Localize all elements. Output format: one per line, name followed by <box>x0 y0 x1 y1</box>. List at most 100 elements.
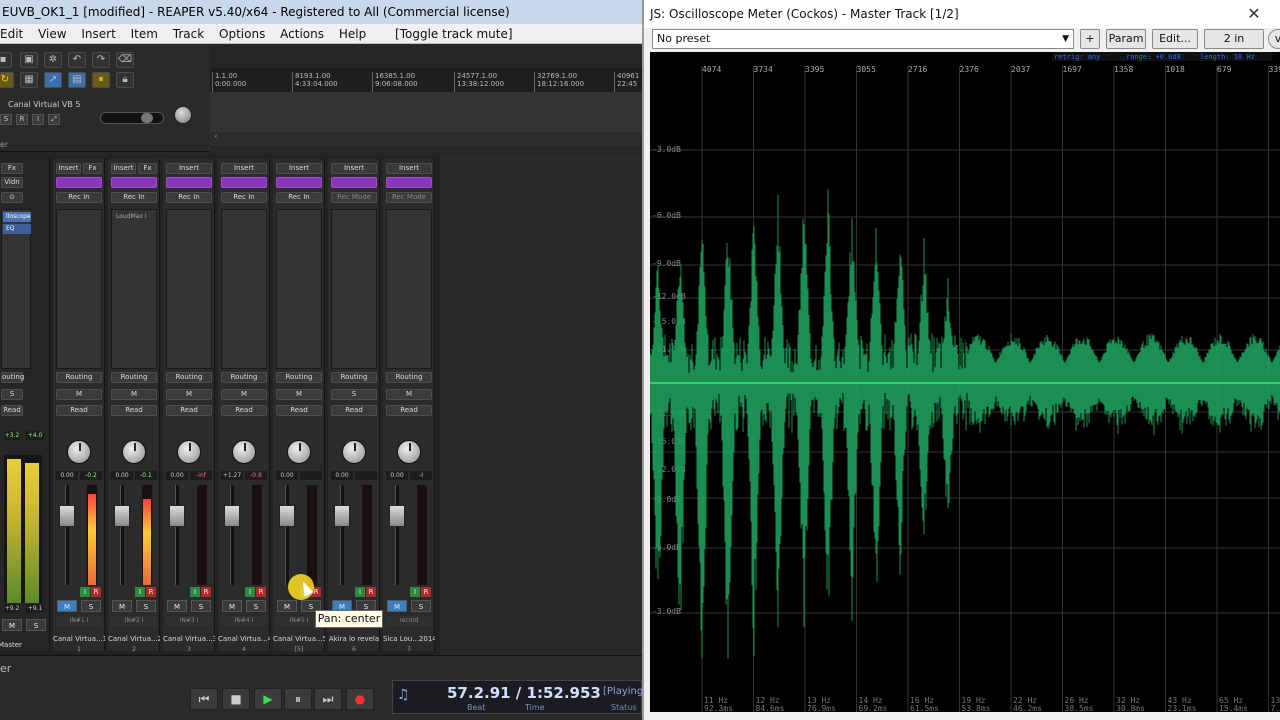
menu-edit[interactable]: Edit <box>0 24 23 44</box>
automation-mode-button[interactable]: Read <box>221 405 267 416</box>
automation-mode-button[interactable]: Read <box>166 405 212 416</box>
save-icon[interactable]: ▣ <box>20 52 38 68</box>
fx-button[interactable]: Fx <box>138 163 157 174</box>
volume-fader[interactable] <box>59 505 75 527</box>
redo-icon[interactable]: ↷ <box>92 52 110 68</box>
osc-title-bar[interactable]: JS: Oscilloscope Meter (Cockos) - Master… <box>644 0 1280 28</box>
volume-fader[interactable] <box>114 505 130 527</box>
mute-solo-button[interactable]: M <box>166 389 212 400</box>
input-indicator[interactable]: I <box>80 587 90 597</box>
rec-input-button[interactable]: Rec In <box>221 192 267 203</box>
mute-button[interactable]: M <box>387 600 407 612</box>
volume-fader-track[interactable] <box>230 485 234 585</box>
record-input-selector[interactable] <box>331 177 377 188</box>
fx-list[interactable] <box>386 209 432 369</box>
fx-list[interactable] <box>221 209 267 369</box>
arrange-view[interactable] <box>210 92 642 132</box>
volume-fader[interactable] <box>389 505 405 527</box>
fx-list[interactable] <box>331 209 377 369</box>
master-mute-button[interactable]: M <box>2 619 22 631</box>
tcp-volume-fader[interactable] <box>100 112 164 124</box>
pan-knob[interactable] <box>342 440 366 464</box>
record-input-selector[interactable] <box>386 177 432 188</box>
volume-fader-track[interactable] <box>340 485 344 585</box>
mute-solo-button[interactable]: M <box>221 389 267 400</box>
routing-button[interactable]: Routing <box>221 372 267 383</box>
solo-button[interactable]: S <box>136 600 156 612</box>
input-indicator[interactable]: I <box>245 587 255 597</box>
pan-knob[interactable] <box>67 440 91 464</box>
lock-icon[interactable]: 🔒︎ <box>116 72 134 88</box>
record-input-selector[interactable] <box>111 177 157 188</box>
fx-list[interactable] <box>56 209 102 369</box>
tcp-track-name[interactable]: Canal Virtual VB 5 <box>8 100 81 109</box>
record-input-selector[interactable] <box>56 177 102 188</box>
menu-actions[interactable]: Actions <box>280 24 324 44</box>
tcp-envelope-icon[interactable]: ⤢ <box>48 114 60 125</box>
routing-button[interactable]: Routing <box>276 372 322 383</box>
record-arm-button[interactable]: R <box>201 587 211 597</box>
pan-knob[interactable] <box>122 440 146 464</box>
master-solo-button[interactable]: S <box>1 389 23 400</box>
io-button[interactable]: 2 in <box>1204 29 1264 49</box>
insert-button[interactable]: Insert <box>166 163 212 174</box>
timeline-ruler[interactable]: 1.1.00 0:00.000 8193.1.00 4:33:04.000 1638… <box>210 68 642 92</box>
volume-fader[interactable] <box>279 505 295 527</box>
master-fx-button[interactable]: Fx <box>1 163 23 174</box>
record-input-selector[interactable] <box>276 177 322 188</box>
master-automation-button[interactable]: Read <box>1 405 23 416</box>
input-indicator[interactable]: I <box>410 587 420 597</box>
rec-input-button[interactable]: Rec Mode <box>331 192 377 203</box>
mute-button[interactable]: M <box>57 600 77 612</box>
pan-knob[interactable] <box>177 440 201 464</box>
track-name[interactable]: Canal Virtua...1 <box>53 635 105 643</box>
input-indicator[interactable]: I <box>190 587 200 597</box>
record-arm-button[interactable]: R <box>256 587 266 597</box>
record-arm-button[interactable]: R <box>91 587 101 597</box>
volume-fader-track[interactable] <box>120 485 124 585</box>
track-name[interactable]: Canal Virtua...2 <box>108 635 160 643</box>
record-input-selector[interactable] <box>221 177 267 188</box>
record-input-selector[interactable] <box>166 177 212 188</box>
routing-button[interactable]: Routing <box>111 372 157 383</box>
automation-mode-button[interactable]: Read <box>386 405 432 416</box>
volume-fader-track[interactable] <box>65 485 69 585</box>
volume-fader-track[interactable] <box>175 485 179 585</box>
mute-button[interactable]: M <box>277 600 297 612</box>
tcp-solo-button[interactable]: S <box>0 114 12 125</box>
tcp-pan-knob[interactable] <box>174 106 192 124</box>
edit-button[interactable]: Edit... <box>1152 29 1198 49</box>
track-name[interactable]: Akira lo revela <box>328 635 380 643</box>
undo-icon[interactable]: ↶ <box>68 52 86 68</box>
fx-list[interactable] <box>166 209 212 369</box>
preset-select[interactable]: No preset ▼ <box>652 29 1074 49</box>
track-name[interactable]: Sica Lou...2014 <box>383 635 435 643</box>
insert-button[interactable]: Insert <box>276 163 322 174</box>
mute-solo-button[interactable]: M <box>386 389 432 400</box>
rec-input-button[interactable]: Rec Mode <box>386 192 432 203</box>
tcp-route-button[interactable]: R <box>16 114 28 125</box>
insert-button[interactable]: Insert <box>111 163 136 174</box>
mute-button[interactable]: M <box>167 600 187 612</box>
snap-grid-icon[interactable]: ▤ <box>68 72 86 88</box>
menu-item[interactable]: Item <box>131 24 158 44</box>
param-button[interactable]: Param <box>1106 29 1146 49</box>
master-solo-button-2[interactable]: S <box>26 619 46 631</box>
menu-help[interactable]: Help <box>339 24 366 44</box>
master-fx-item-eq[interactable]: EQ <box>3 224 31 234</box>
mute-solo-button[interactable]: M <box>56 389 102 400</box>
insert-button[interactable]: Insert <box>56 163 81 174</box>
erase-icon[interactable]: ⌫ <box>116 52 134 68</box>
input-indicator[interactable]: I <box>355 587 365 597</box>
skip-back-icon[interactable]: ⏮ <box>190 688 218 710</box>
menu-view[interactable]: View <box>38 24 66 44</box>
stop-icon[interactable]: ■ <box>222 688 250 710</box>
fx-button[interactable]: Fx <box>83 163 102 174</box>
automation-mode-button[interactable]: Read <box>276 405 322 416</box>
time-display[interactable]: ♫ 57.2.91 / 1:52.953 [Playing Beat Time … <box>392 680 642 714</box>
mute-solo-button[interactable]: S <box>331 389 377 400</box>
volume-fader-track[interactable] <box>395 485 399 585</box>
record-icon[interactable]: ● <box>346 688 374 710</box>
volume-fader[interactable] <box>169 505 185 527</box>
rec-input-button[interactable]: Rec In <box>276 192 322 203</box>
